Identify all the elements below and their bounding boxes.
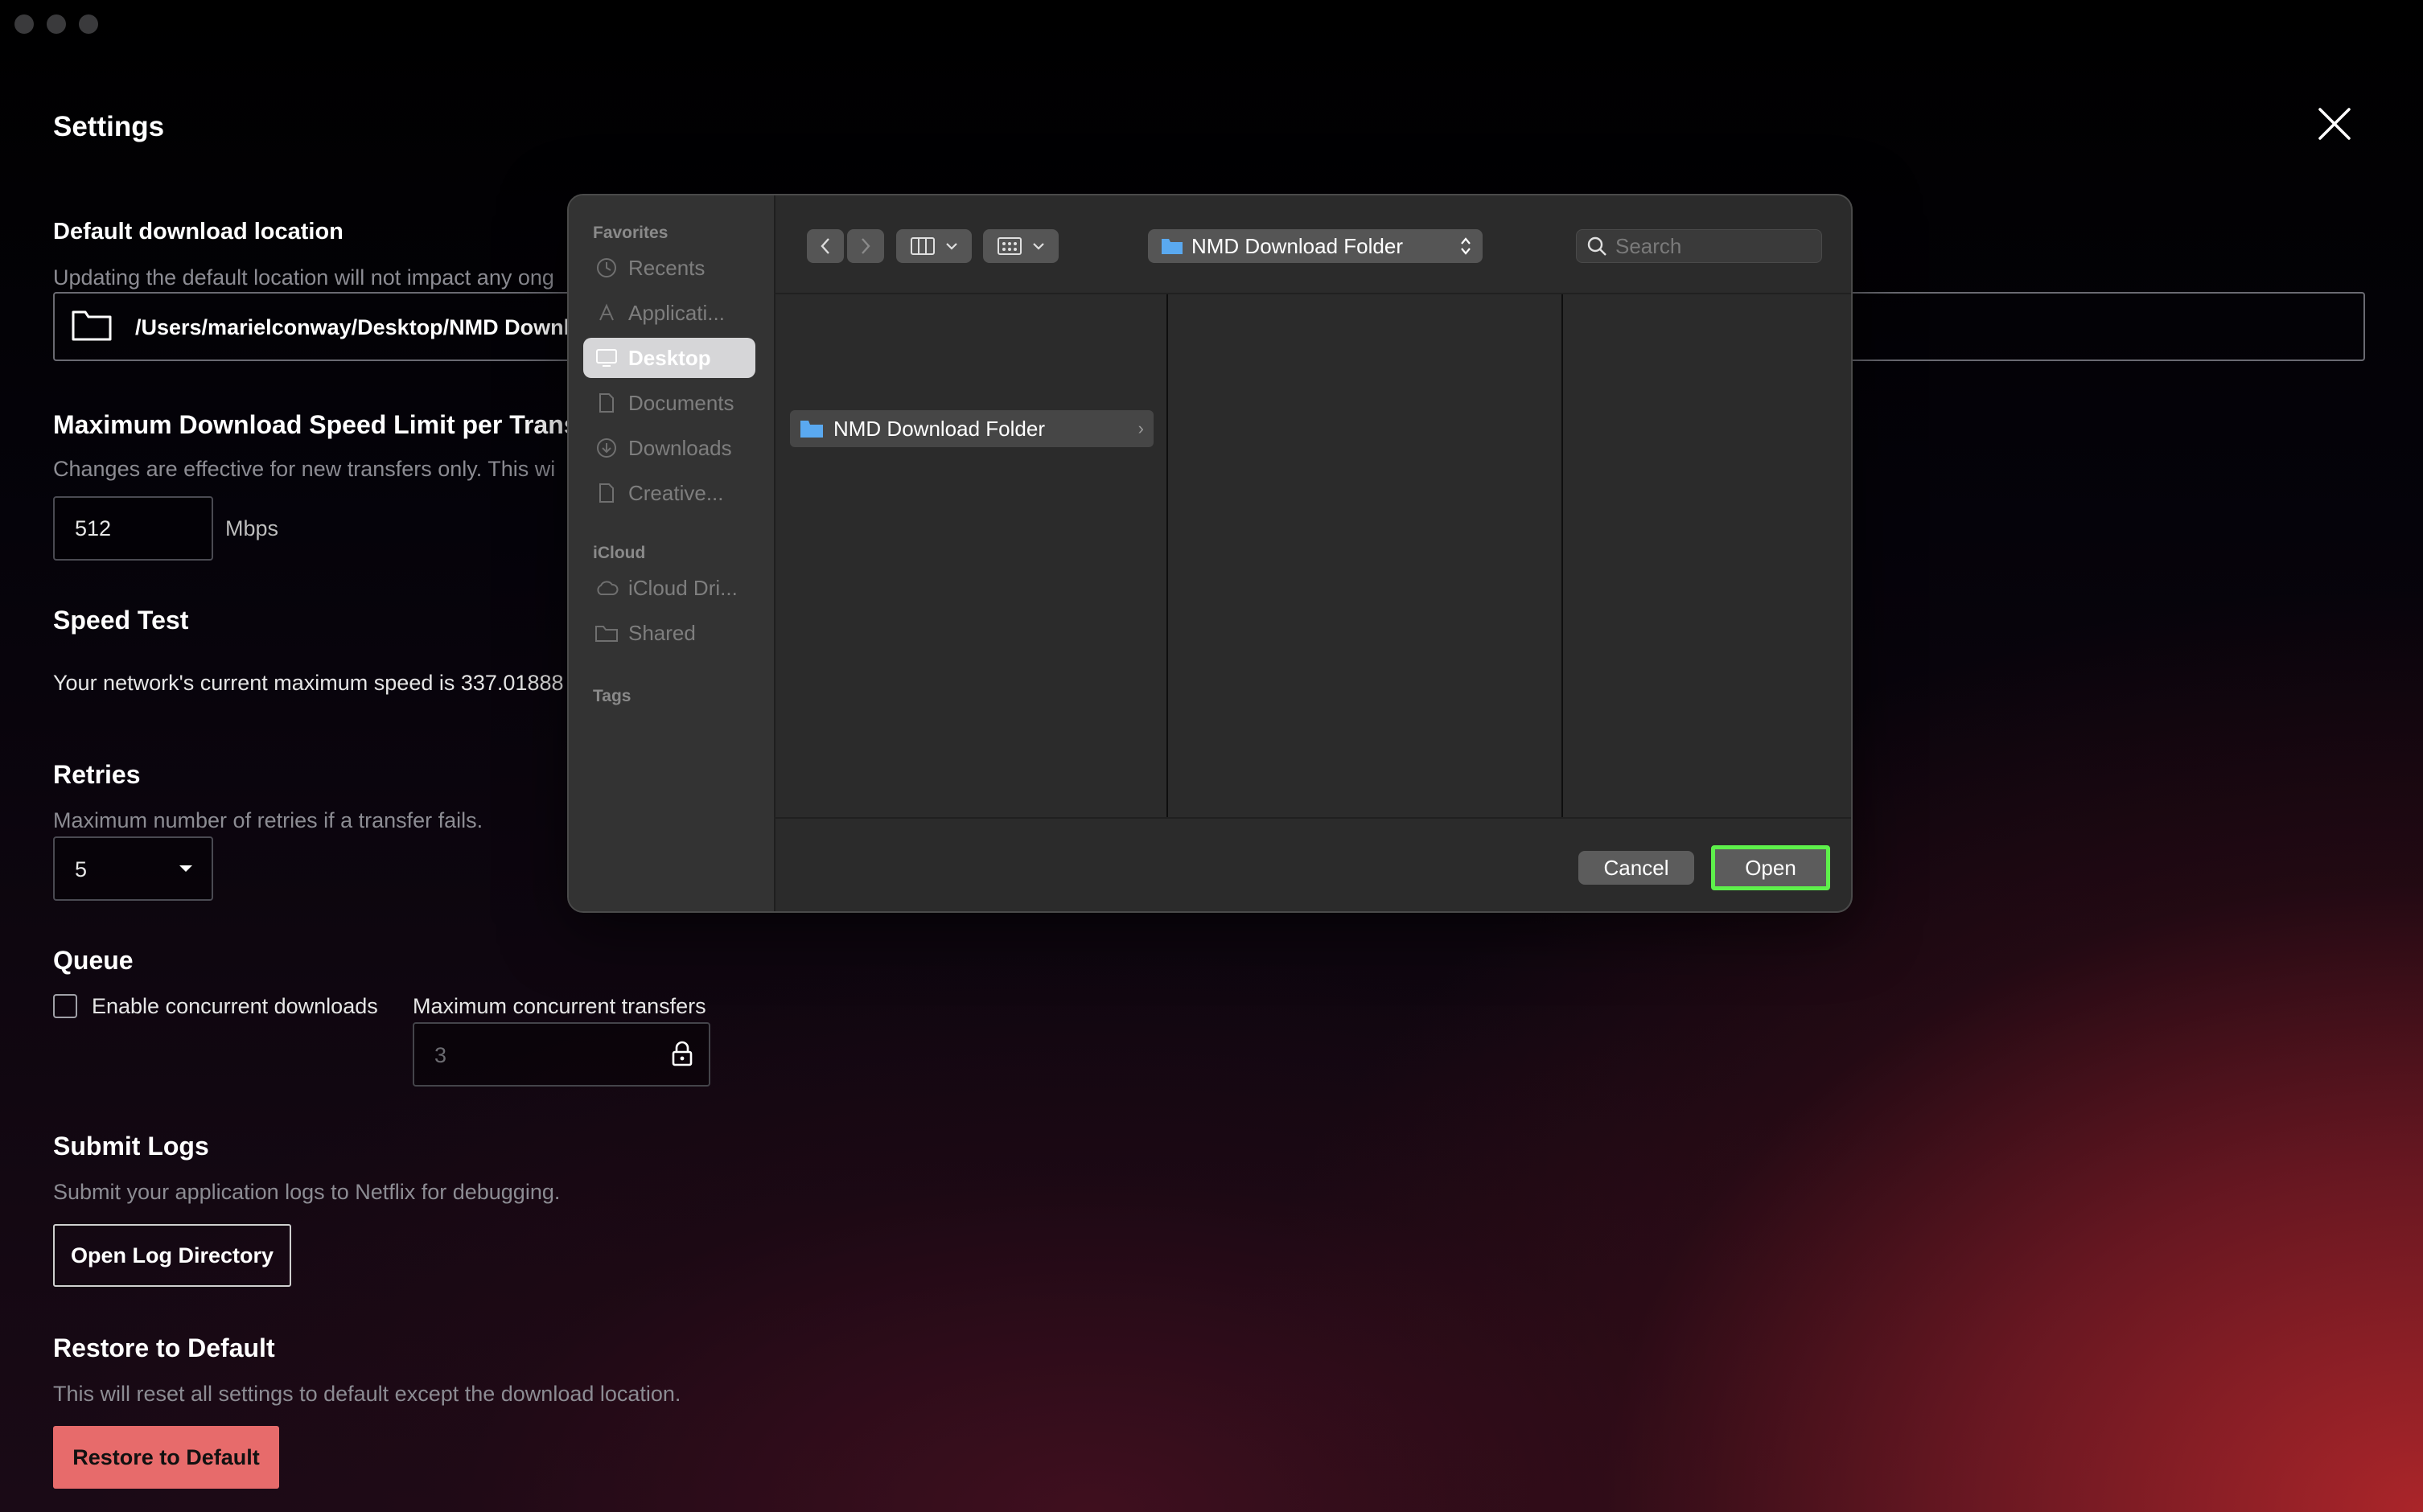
- max-concurrent-label: Maximum concurrent transfers: [413, 994, 706, 1018]
- sidebar-item-documents[interactable]: Documents: [583, 383, 755, 423]
- zoom-window-button[interactable]: [79, 14, 98, 34]
- up-down-chevron-icon: [1461, 237, 1471, 255]
- document-icon: [599, 483, 614, 503]
- columns-view-icon: [911, 237, 935, 255]
- desktop-icon: [596, 349, 617, 367]
- sidebar-item-icloud-drive[interactable]: iCloud Dri...: [583, 568, 755, 608]
- retries-value: 5: [75, 857, 88, 881]
- applications-icon: [599, 303, 614, 321]
- close-settings-button[interactable]: [2315, 105, 2354, 143]
- forward-button[interactable]: [847, 229, 884, 263]
- sidebar-item-shared[interactable]: Shared: [583, 613, 755, 653]
- concurrent-downloads-label: Enable concurrent downloads: [92, 994, 378, 1018]
- speed-test-result: Your network's current maximum speed is …: [53, 671, 564, 695]
- chevron-down-icon: [946, 243, 957, 250]
- sidebar-item-label: Recents: [628, 255, 706, 280]
- cancel-button[interactable]: Cancel: [1578, 851, 1694, 885]
- chevron-right-icon: ›: [1137, 418, 1144, 438]
- group-button[interactable]: [983, 229, 1059, 263]
- max-concurrent-value: 3: [434, 1043, 447, 1067]
- back-button[interactable]: [807, 229, 844, 263]
- speed-limit-unit: Mbps: [225, 516, 279, 540]
- sidebar-item-label: Desktop: [628, 345, 711, 370]
- sidebar-item-applications[interactable]: Applicati...: [583, 293, 755, 333]
- restore-description: This will reset all settings to default …: [53, 1382, 681, 1406]
- tags-section-label: Tags: [593, 687, 631, 705]
- speed-limit-heading: Maximum Download Speed Limit per Trans: [53, 410, 578, 439]
- speed-test-heading: Speed Test: [53, 606, 189, 635]
- sidebar-item-label: Creative...: [628, 480, 724, 505]
- document-icon: [599, 393, 614, 413]
- column-divider[interactable]: [1166, 294, 1168, 817]
- search-icon: [1587, 236, 1606, 256]
- open-file-dialog: Favorites Recents Applicati... Desktop D…: [567, 194, 1853, 913]
- submit-logs-heading: Submit Logs: [53, 1132, 209, 1161]
- speed-limit-value: 512: [75, 516, 112, 540]
- restore-heading: Restore to Default: [53, 1333, 275, 1362]
- grid-icon: [998, 237, 1022, 255]
- download-location-description: Updating the default location will not i…: [53, 265, 554, 290]
- sidebar-item-label: Shared: [628, 620, 696, 645]
- clock-icon: [597, 258, 616, 277]
- dialog-sidebar: Favorites Recents Applicati... Desktop D…: [569, 195, 775, 911]
- sidebar-item-recents[interactable]: Recents: [583, 248, 755, 288]
- folder-path-popup[interactable]: NMD Download Folder: [1148, 229, 1483, 263]
- concurrent-downloads-checkbox[interactable]: [53, 994, 77, 1018]
- window-controls: [14, 14, 98, 34]
- sidebar-item-label: Documents: [628, 390, 734, 415]
- folder-icon: [1162, 239, 1183, 254]
- cloud-icon: [597, 581, 619, 595]
- column-divider[interactable]: [1561, 294, 1563, 817]
- folder-icon: [72, 310, 112, 341]
- favorites-section-label: Favorites: [593, 224, 668, 242]
- browser-bottom-border: [774, 817, 1851, 819]
- speed-limit-description: Changes are effective for new transfers …: [53, 457, 556, 481]
- queue-heading: Queue: [53, 946, 134, 975]
- chevron-right-icon: [862, 238, 870, 254]
- sidebar-item-downloads[interactable]: Downloads: [583, 428, 755, 468]
- page-title: Settings: [53, 111, 165, 142]
- download-icon: [597, 438, 616, 458]
- folder-icon: [800, 421, 823, 438]
- sidebar-item-label: Applicati...: [628, 300, 725, 325]
- view-mode-button[interactable]: [896, 229, 972, 263]
- caret-down-icon: [179, 865, 192, 872]
- shared-folder-icon: [595, 626, 618, 642]
- download-location-path: /Users/marielconway/Desktop/NMD Downl: [135, 315, 570, 339]
- open-button[interactable]: Open: [1711, 845, 1830, 890]
- sidebar-item-desktop[interactable]: Desktop: [583, 338, 755, 378]
- retries-heading: Retries: [53, 760, 141, 789]
- submit-logs-description: Submit your application logs to Netflix …: [53, 1180, 561, 1204]
- open-log-directory-button[interactable]: Open Log Directory: [53, 1224, 291, 1287]
- retries-description: Maximum number of retries if a transfer …: [53, 808, 483, 832]
- icloud-section-label: iCloud: [593, 544, 646, 562]
- sidebar-item-label: iCloud Dri...: [628, 575, 738, 600]
- restore-default-button[interactable]: Restore to Default: [53, 1426, 279, 1489]
- search-input[interactable]: Search: [1576, 229, 1822, 263]
- chevron-down-icon: [1033, 243, 1044, 250]
- download-location-heading: Default download location: [53, 219, 343, 244]
- chevron-left-icon: [821, 238, 829, 254]
- search-placeholder: Search: [1615, 233, 1682, 258]
- folder-name: NMD Download Folder: [833, 416, 1045, 441]
- list-item[interactable]: NMD Download Folder ›: [790, 410, 1154, 447]
- sidebar-item-creative[interactable]: Creative...: [583, 473, 755, 513]
- sidebar-item-label: Downloads: [628, 435, 732, 460]
- close-window-button[interactable]: [14, 14, 34, 34]
- minimize-window-button[interactable]: [47, 14, 66, 34]
- lock-icon: [672, 1041, 693, 1066]
- browser-top-border: [774, 293, 1851, 294]
- max-concurrent-input[interactable]: [413, 1022, 710, 1087]
- current-folder-label: NMD Download Folder: [1191, 233, 1403, 258]
- close-icon: [2318, 108, 2351, 140]
